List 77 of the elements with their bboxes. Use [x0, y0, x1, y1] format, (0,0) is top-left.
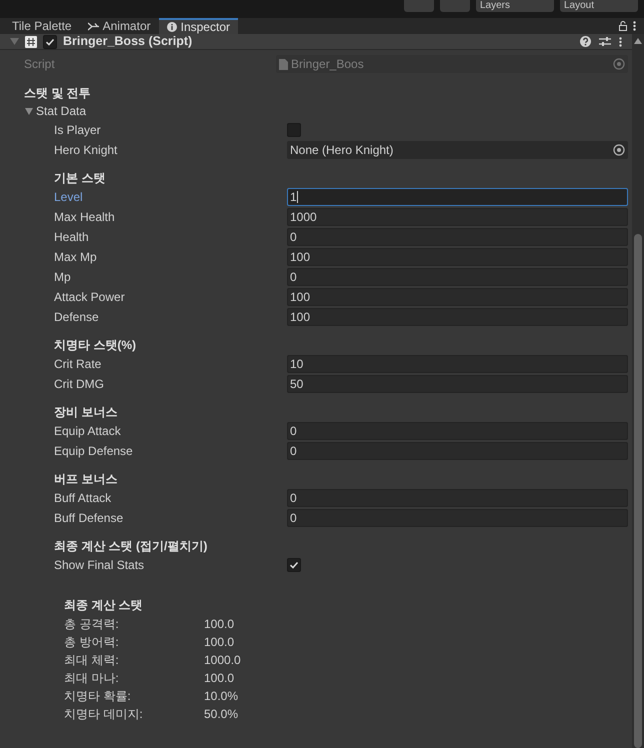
stat-label: 치명타 데미지: — [64, 706, 144, 723]
field-label: Is Player — [54, 122, 102, 139]
foldout-arrow-icon[interactable] — [25, 108, 33, 114]
number-field[interactable]: 50 — [287, 375, 628, 393]
checkmark-icon — [45, 36, 55, 46]
stat-label: 최대 마나: — [64, 670, 120, 687]
toolbar-dropdown[interactable]: Layout — [560, 0, 638, 12]
field-label: Equip Defense — [54, 443, 134, 460]
field-label: Buff Attack — [54, 490, 112, 507]
section-header: 최종 계산 스탯 (접기/펼치기) — [53, 538, 208, 555]
number-field[interactable]: 0 — [287, 268, 628, 286]
number-field[interactable]: 0 — [287, 422, 628, 440]
number-field[interactable]: 1 — [287, 188, 628, 206]
checkbox[interactable] — [287, 558, 301, 572]
object-field[interactable]: None (Hero Knight) — [287, 141, 628, 159]
field-label: Level — [54, 189, 84, 206]
checkbox[interactable] — [43, 34, 57, 48]
section-title: 스탯 및 전투 — [23, 85, 92, 102]
file-icon — [279, 58, 288, 70]
field-label: Crit DMG — [54, 376, 105, 393]
branch-icon — [88, 22, 99, 30]
tab[interactable]: Inspector — [158, 18, 238, 34]
number-field[interactable]: 100 — [287, 248, 628, 266]
field-label: Script — [24, 56, 56, 73]
field-label: Hero Knight — [54, 142, 118, 159]
final-stats-title: 최종 계산 스탯 — [64, 597, 144, 614]
foldout[interactable]: Stat Data — [0, 102, 632, 120]
number-field[interactable]: 1000 — [287, 208, 628, 226]
field-label: Health — [54, 229, 90, 246]
number-field[interactable]: 0 — [287, 489, 628, 507]
field-label: Buff Defense — [54, 510, 124, 527]
field-label: Defense — [54, 309, 100, 326]
component-header[interactable]: Bringer_Boss (Script) — [0, 34, 632, 50]
section-header: 버프 보너스 — [53, 471, 118, 488]
stat-label: 총 방어력: — [64, 634, 120, 651]
stat-value: 10.0% — [204, 688, 238, 705]
more-icon[interactable] — [619, 36, 622, 46]
stat-label: 치명타 확률: — [64, 688, 132, 705]
number-field[interactable]: 10 — [287, 355, 628, 373]
number-field[interactable]: 100 — [287, 308, 628, 326]
field-label: Attack Power — [54, 289, 126, 306]
checkmark-icon — [289, 560, 299, 570]
number-field[interactable]: 0 — [287, 509, 628, 527]
checkbox[interactable] — [287, 123, 301, 137]
more-icon[interactable] — [633, 21, 636, 31]
scroll-up-icon[interactable] — [634, 38, 642, 44]
field-label: Max Mp — [54, 249, 98, 266]
number-field[interactable]: 0 — [287, 228, 628, 246]
stat-value: 50.0% — [204, 706, 238, 723]
stat-label: 총 공격력: — [64, 616, 120, 633]
target-icon[interactable] — [613, 144, 625, 156]
scrollbar[interactable] — [632, 34, 644, 748]
number-field[interactable]: 100 — [287, 288, 628, 306]
section-header: 기본 스탯 — [53, 170, 106, 187]
stat-value: 100.0 — [204, 634, 234, 651]
section-header: 장비 보너스 — [53, 404, 118, 421]
field-label: Max Health — [54, 209, 116, 226]
stat-value: 1000.0 — [204, 652, 241, 669]
number-field[interactable]: 0 — [287, 442, 628, 460]
section-header: 치명타 스탯(%) — [53, 337, 137, 354]
field-label: Crit Rate — [54, 356, 102, 373]
help-icon[interactable] — [580, 36, 591, 47]
sliders-icon[interactable] — [599, 36, 611, 47]
lock-icon[interactable] — [619, 21, 627, 31]
stat-value: 100.0 — [204, 670, 234, 687]
script-hash-icon — [25, 36, 37, 48]
info-icon — [166, 22, 177, 32]
tab[interactable]: Animator — [80, 18, 159, 34]
toolbar-dropdown[interactable]: Layers — [476, 0, 554, 12]
scrollbar-thumb[interactable] — [634, 234, 642, 748]
tab[interactable]: Tile Palette — [4, 18, 80, 34]
field-label: Equip Attack — [54, 423, 122, 440]
stat-label: 최대 체력: — [64, 652, 120, 669]
field-label: Show Final Stats — [54, 557, 146, 574]
field-label: Mp — [54, 269, 72, 286]
stat-value: 100.0 — [204, 616, 234, 633]
component-title: Bringer_Boss (Script) — [63, 34, 192, 50]
